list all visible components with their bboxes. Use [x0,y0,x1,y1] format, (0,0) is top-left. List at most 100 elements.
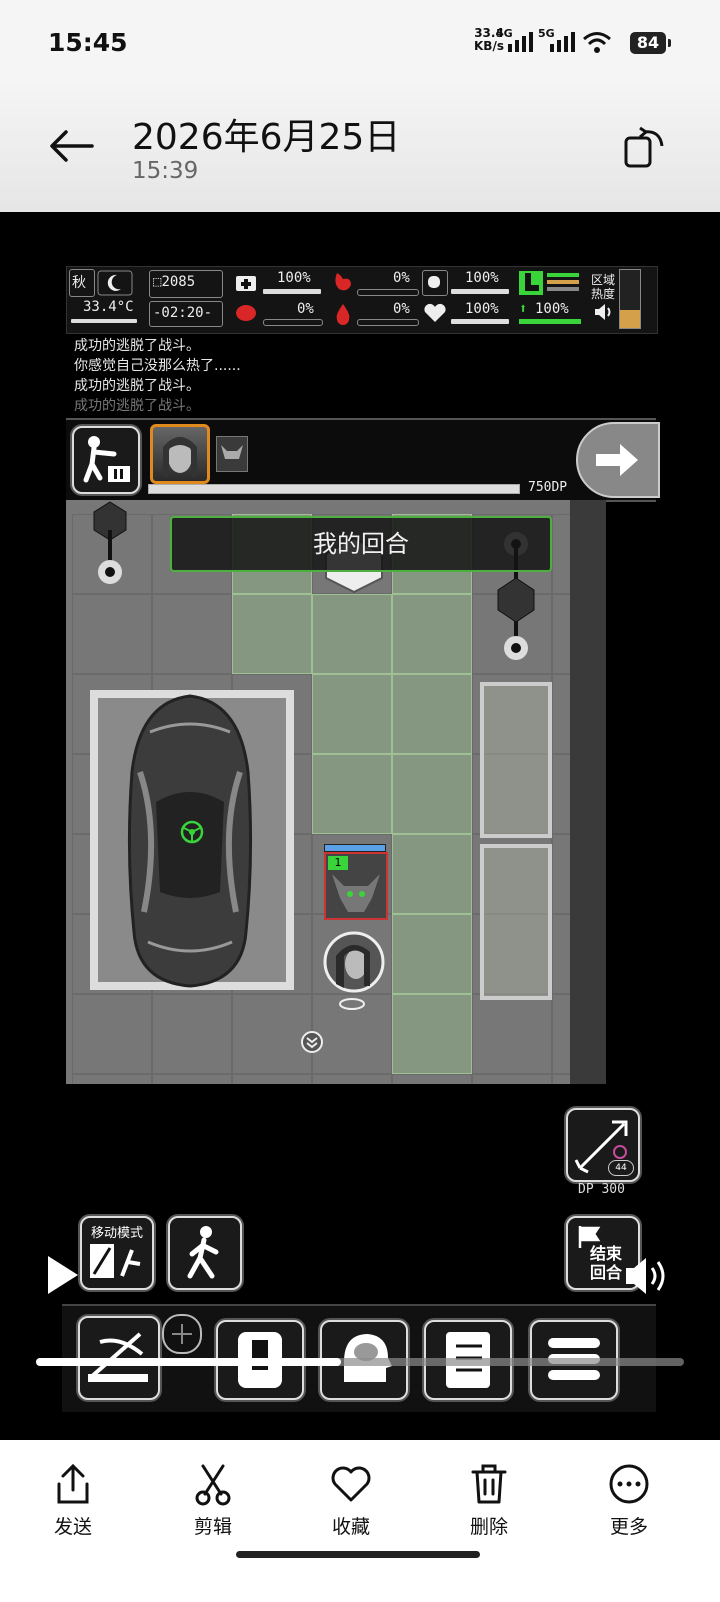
movable-tile[interactable] [392,754,472,834]
bottom-toolbar: 发送 剪辑 收藏 删除 更多 [0,1440,720,1602]
next-turn-button[interactable] [576,422,660,498]
move-mode-label: 移动模式 [90,1226,143,1241]
log-line: 你感觉自己没那么热了...... [74,358,241,374]
movable-tile[interactable] [392,834,472,914]
arrow-right-icon [596,444,638,476]
home-indicator[interactable] [236,1551,480,1558]
log-line: 成功的逃脱了战斗。 [74,398,200,414]
movable-tile[interactable] [392,914,472,994]
moon-icon [97,270,133,296]
trash-icon [471,1464,507,1504]
player-face-icon [163,437,197,477]
floor-marking [480,682,552,838]
video-progress-fill [36,1358,341,1366]
health-value: 100% [277,270,311,286]
send-button[interactable]: 发送 [28,1462,118,1539]
page-subtitle: 15:39 [132,158,199,184]
floor-tile [72,994,152,1074]
zone-heat-label: 区域 热度 [591,273,616,301]
enemy-unit[interactable]: 1 [324,844,388,920]
log-line: 成功的逃脱了战斗。 [74,338,200,354]
tactical-map[interactable]: 1 [66,500,606,1084]
log-line: 成功的逃脱了战斗。 [74,378,200,394]
combat-action-button[interactable] [72,426,140,494]
game-clock: -02:20- [153,305,213,321]
scissors-icon [195,1464,231,1506]
blood-drop-icon [336,304,350,325]
movable-tile[interactable] [312,754,392,834]
favorite-button[interactable]: 收藏 [306,1462,396,1539]
viewer-header: 2026年6月25日 15:39 [0,86,720,212]
floor-marking [480,844,552,1000]
floor-tile [472,994,552,1074]
temperature: 33.4°C [83,299,134,315]
share-icon [57,1463,89,1504]
player-portrait[interactable] [150,424,210,484]
brain-icon [236,305,256,321]
day-counter: ⬚2085 [153,274,196,290]
video-progress-bar[interactable] [36,1358,684,1366]
scroll-down-icon[interactable] [300,1030,324,1054]
back-arrow-icon[interactable] [48,128,96,164]
lamp-post [93,501,127,584]
edit-label: 剪辑 [193,1516,232,1538]
delete-label: 删除 [469,1516,508,1538]
enemy-health-bar [324,844,386,852]
turn-order-bar: 750DP [66,418,660,502]
delete-button[interactable]: 删除 [444,1462,534,1539]
stomach-value: 0% [393,270,410,286]
movable-tile[interactable] [232,594,312,674]
more-label: 更多 [609,1516,648,1538]
movable-tile[interactable] [392,994,472,1074]
game-screenshot: 秋 33.4°C ⬚2085 -02:20- 100% 0% 0% 0% 100… [0,212,720,1440]
heart-icon [424,303,446,322]
status-time: 15:45 [48,28,128,57]
end-turn-label: 结束 回合 [590,1244,623,1282]
movable-tile[interactable] [312,674,392,754]
bladder-value: 100% [465,270,499,286]
enemy-portrait-small[interactable] [216,436,248,472]
heart-value: 100% [465,301,499,317]
rotate-icon[interactable] [622,124,668,170]
movable-tile[interactable] [392,594,472,674]
floor-tile [152,1074,232,1084]
move-mode-button[interactable]: 移动模式 [80,1216,154,1290]
page-title: 2026年6月25日 [132,117,401,158]
aim-action-button[interactable]: 44 [566,1108,640,1182]
walk-button[interactable] [168,1216,242,1290]
player-token-icon [323,931,385,1010]
battery-indicator: 84 [630,32,671,54]
dp-cost-label: DP 300 [578,1182,625,1197]
stamina-boot-icon [519,271,543,295]
stamina-arrow-icon: ⬆ [519,301,528,317]
move-mode-icon [90,1244,141,1278]
play-icon[interactable] [44,1252,80,1298]
action-points-bar [148,484,520,494]
floor-tile [72,594,152,674]
volume-icon[interactable] [624,1256,668,1296]
movable-tile[interactable] [312,594,392,674]
movable-tile[interactable] [392,674,472,754]
floor-tile [152,994,232,1074]
more-icon [609,1464,649,1504]
stomach-icon [335,273,351,291]
favorite-label: 收藏 [331,1516,370,1538]
turn-banner: 我的回合 [170,516,552,572]
edit-button[interactable]: 剪辑 [168,1462,258,1539]
floor-tile [152,594,232,674]
walking-person-icon [187,1226,219,1279]
bull-icon [221,445,243,459]
zone-heat-meter [619,269,641,329]
player-unit[interactable] [322,930,388,1010]
more-button[interactable]: 更多 [584,1462,674,1539]
heart-outline-icon [331,1466,371,1502]
floor-tile [392,1074,472,1084]
steering-wheel-icon[interactable] [180,820,204,844]
floor-tile [472,1074,552,1084]
ammo-slot[interactable] [162,1314,202,1354]
bladder-icon [428,276,440,288]
dp-label: 750DP [528,480,568,495]
game-hud: 秋 33.4°C ⬚2085 -02:20- 100% 0% 0% 0% 100… [66,266,658,334]
speaker-icon[interactable] [593,303,613,321]
signal-icon [508,32,533,52]
